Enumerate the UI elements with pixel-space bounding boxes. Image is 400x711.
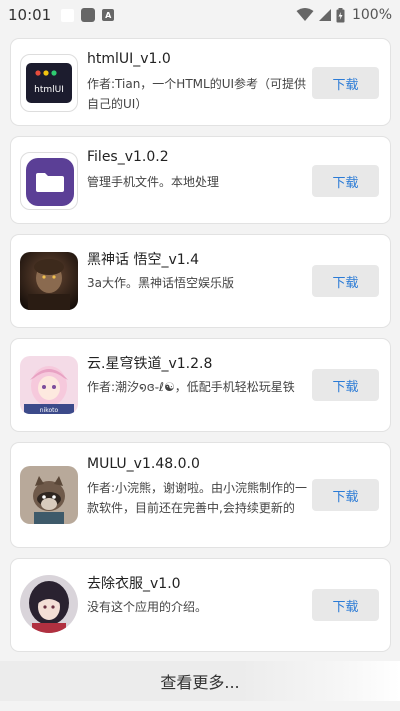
app-name: Files_v1.0.2: [87, 149, 169, 165]
download-button[interactable]: 下载: [312, 479, 379, 511]
app-description: 作者:Tian，一个HTML的UI参考（可提供自己的UI）: [87, 77, 307, 111]
status-bar: 10:01 A 100%: [0, 0, 400, 30]
signal-icon: [318, 9, 331, 21]
notification-app-icon: [81, 8, 96, 22]
load-more-button[interactable]: 查看更多...: [0, 661, 400, 701]
app-card[interactable]: htmlUI htmlUI_v1.0 作者:Tian，一个HTML的UI参考（可…: [10, 38, 391, 126]
download-button[interactable]: 下载: [312, 67, 379, 99]
notification-icon: [61, 8, 75, 22]
app-description: 作者:小浣熊，谢谢啦。由小浣熊制作的一款软件，目前还在完善中,会持续更新的: [87, 481, 308, 515]
app-card[interactable]: Files_v1.0.2 管理手机文件。本地处理 下载: [10, 136, 391, 224]
download-button[interactable]: 下载: [312, 265, 379, 297]
wukong-portrait-icon: [20, 252, 78, 310]
app-card[interactable]: 黑神话 悟空_v1.4 3a大作。黑神话悟空娱乐版 下载: [10, 234, 391, 328]
download-button[interactable]: 下载: [312, 369, 379, 401]
download-button[interactable]: 下载: [312, 165, 379, 197]
accessibility-icon: A: [102, 9, 115, 21]
download-button[interactable]: 下载: [312, 589, 379, 621]
icon-caption: nikoto: [40, 407, 59, 414]
status-time: 10:01: [8, 6, 52, 24]
raccoon-icon: [20, 466, 78, 524]
htmlui-logo-icon: htmlUI: [20, 54, 78, 112]
battery-percent: 100%: [351, 7, 392, 23]
app-name: 黑神话 悟空_v1.4: [87, 252, 199, 268]
status-indicators: 100%: [296, 7, 392, 23]
htmlui-logo-text: htmlUI: [34, 85, 64, 95]
wifi-icon: [296, 8, 314, 21]
load-more-label: 查看更多...: [160, 673, 240, 692]
app-name: htmlUI_v1.0: [87, 51, 171, 67]
app-description: 作者:潮汐໑ɞ֊ℓ☯，低配手机轻松玩星铁: [87, 380, 295, 394]
app-card[interactable]: nikoto 云.星穹铁道_v1.2.8 作者:潮汐໑ɞ֊ℓ☯，低配手机轻松玩星…: [10, 338, 391, 432]
app-name: 云.星穹铁道_v1.2.8: [87, 356, 213, 372]
app-description: 管理手机文件。本地处理: [87, 175, 220, 189]
anime-girl-icon: nikoto: [20, 356, 78, 414]
folder-icon: [20, 152, 78, 210]
app-description: 没有这个应用的介绍。: [87, 600, 208, 614]
app-card[interactable]: 去除衣服_v1.0 没有这个应用的介绍。 下载: [10, 558, 391, 652]
app-description: 3a大作。黑神话悟空娱乐版: [87, 276, 234, 290]
app-card[interactable]: MULU_v1.48.0.0 作者:小浣熊，谢谢啦。由小浣熊制作的一款软件，目前…: [10, 442, 391, 548]
battery-icon: [336, 7, 345, 22]
girl-portrait-icon: [20, 575, 78, 633]
app-name: 去除衣服_v1.0: [87, 576, 181, 592]
app-name: MULU_v1.48.0.0: [87, 456, 200, 472]
